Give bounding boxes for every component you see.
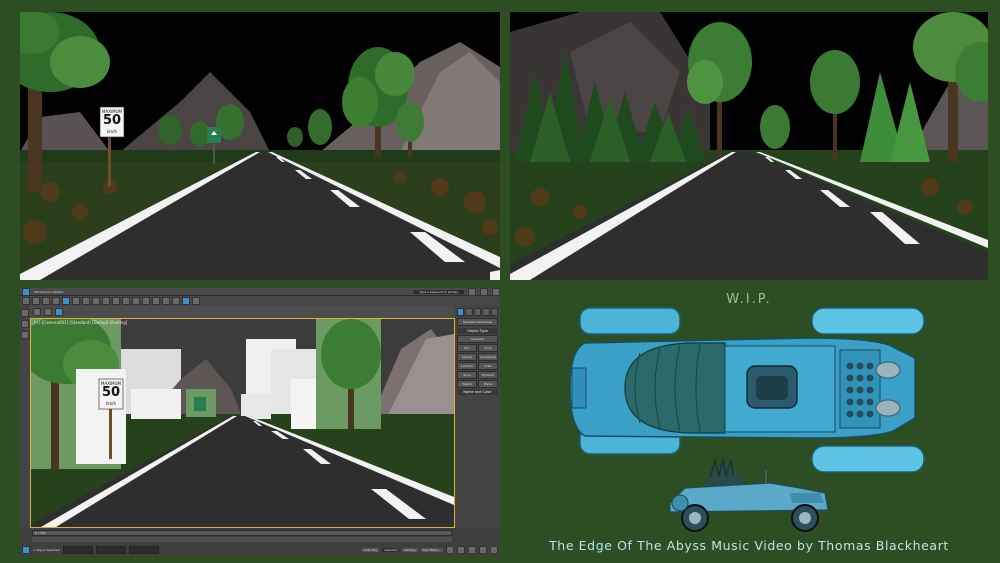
snap-toggle-icon[interactable] <box>55 308 63 316</box>
status-bar: 1 Object Selected Auto Key Selected Set … <box>22 544 498 555</box>
bottom-bar: 0 / 100 1 Object Selected Auto Key Selec… <box>20 528 500 556</box>
visibility-icon[interactable] <box>44 308 52 316</box>
time-slider[interactable]: 0 / 100 <box>32 530 452 536</box>
rotate-icon[interactable] <box>92 297 100 305</box>
create-tab[interactable] <box>457 308 465 316</box>
layer-icon[interactable] <box>152 297 160 305</box>
object-type-header[interactable]: Object Type <box>457 328 498 334</box>
main-toolbar <box>20 296 500 306</box>
close-icon[interactable] <box>492 288 500 296</box>
pan-icon[interactable] <box>479 545 487 554</box>
viewport-scene <box>31 319 454 527</box>
vp-sign-value: 50 <box>101 385 121 400</box>
orbit-icon[interactable] <box>490 545 498 554</box>
unlink-icon[interactable] <box>52 297 60 305</box>
select-region-icon[interactable] <box>72 297 80 305</box>
set-key-button[interactable]: Set Key <box>402 547 418 552</box>
command-panel: Standard Primitives Object Type AutoGrid… <box>455 306 500 528</box>
road-scene-2 <box>510 12 988 280</box>
filter-icon[interactable] <box>21 320 29 328</box>
sphere-button[interactable]: Sphere <box>457 353 477 361</box>
tube-button[interactable]: Tube <box>478 362 498 370</box>
cone-button[interactable]: Cone <box>478 344 498 352</box>
z-coordinate-field[interactable] <box>128 545 159 554</box>
y-coordinate-field[interactable] <box>95 545 126 554</box>
viewport-toolbar <box>30 306 455 318</box>
render-icon[interactable] <box>192 297 200 305</box>
scene-explorer-icon[interactable] <box>21 309 29 317</box>
motion-tab[interactable] <box>482 308 490 316</box>
viewport-label[interactable]: [+] [Camera001] [Standard] [Default Shad… <box>34 320 127 325</box>
x-coordinate-field[interactable] <box>62 545 93 554</box>
name-color-header[interactable]: Name and Color <box>457 389 498 395</box>
curve-editor-icon[interactable] <box>162 297 170 305</box>
credit-line: The Edge Of The Abyss Music Video by Tho… <box>549 538 949 553</box>
minimize-icon[interactable] <box>468 288 476 296</box>
vp-sign-unit: km/h <box>105 401 117 406</box>
left-tool-strip <box>20 306 30 528</box>
maximize-icon[interactable] <box>480 288 488 296</box>
filter-icon[interactable] <box>33 308 41 316</box>
next-frame-icon[interactable] <box>457 545 465 554</box>
speed-sign-value: 50 <box>102 113 122 128</box>
snap-icon[interactable] <box>112 297 120 305</box>
undo-icon[interactable] <box>22 297 30 305</box>
play-icon[interactable] <box>446 545 454 554</box>
cylinder-button[interactable]: Cylinder <box>457 362 477 370</box>
layers-icon[interactable] <box>21 331 29 339</box>
modify-tab[interactable] <box>465 308 473 316</box>
camera-viewport[interactable]: [+] [Camera001] [Standard] [Default Shad… <box>30 318 455 528</box>
car-top-view <box>569 307 925 473</box>
car-illustrations <box>569 307 925 532</box>
modeling-software-window: Workspace: Default Type a keyword or phr… <box>20 288 500 556</box>
hierarchy-tab[interactable] <box>473 308 482 316</box>
road-scene-1 <box>20 12 500 280</box>
select-icon[interactable] <box>62 297 70 305</box>
align-icon[interactable] <box>142 297 150 305</box>
teapot-button[interactable]: Teapot <box>457 380 477 388</box>
command-panel-tabs <box>457 308 499 316</box>
box-button[interactable]: Box <box>457 344 477 352</box>
maxscript-icon[interactable] <box>22 545 30 554</box>
geosphere-button[interactable]: GeoSphere <box>478 353 498 361</box>
selected-dropdown[interactable]: Selected <box>382 547 400 552</box>
move-icon[interactable] <box>82 297 90 305</box>
zoom-icon[interactable] <box>468 545 476 554</box>
scale-icon[interactable] <box>102 297 110 305</box>
angle-snap-icon[interactable] <box>122 297 130 305</box>
car-side-view <box>669 457 829 532</box>
pyramid-button[interactable]: Pyramid <box>478 371 498 379</box>
frame-counter: 0 / 100 <box>35 531 46 535</box>
workspace-selector[interactable]: Workspace: Default <box>34 290 63 294</box>
material-editor-icon[interactable] <box>172 297 180 305</box>
object-type-grid: Box Cone Sphere GeoSphere Cylinder Tube … <box>457 344 498 388</box>
torus-button[interactable]: Torus <box>457 371 477 379</box>
redo-icon[interactable] <box>32 297 40 305</box>
car-design-panel: W.I.P. The Edge Of The Abyss Music Video… <box>510 288 988 556</box>
render-setup-icon[interactable] <box>182 297 190 305</box>
render-panel-forest-road <box>510 12 988 280</box>
auto-key-button[interactable]: Auto Key <box>362 547 380 552</box>
display-tab[interactable] <box>490 308 499 316</box>
search-input[interactable]: Type a keyword or phrase <box>413 289 464 294</box>
selection-status: 1 Object Selected <box>33 547 60 552</box>
track-bar[interactable] <box>32 537 452 542</box>
link-icon[interactable] <box>42 297 50 305</box>
mirror-icon[interactable] <box>132 297 140 305</box>
menu-bar[interactable]: Workspace: Default Type a keyword or phr… <box>20 288 500 296</box>
app-logo-icon[interactable] <box>22 288 30 296</box>
plane-button[interactable]: Plane <box>478 380 498 388</box>
speed-sign-unit: km/h <box>106 129 118 134</box>
key-filters-button[interactable]: Key Filters... <box>420 547 443 552</box>
render-panel-road-sign: MAXIMUM 50 km/h <box>20 12 500 280</box>
primitive-type-dropdown[interactable]: Standard Primitives <box>457 318 498 326</box>
autogrid-checkbox[interactable]: AutoGrid <box>457 335 498 343</box>
